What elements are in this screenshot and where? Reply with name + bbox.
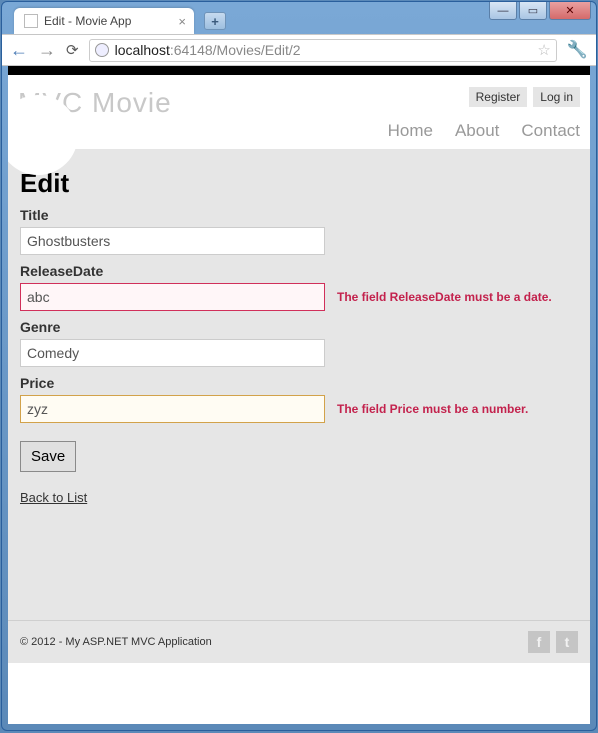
settings-wrench-icon[interactable]: 🔧 [567, 40, 588, 60]
content-area: Edit Title ReleaseDate The field Release… [8, 150, 590, 620]
releasedate-label: ReleaseDate [20, 263, 578, 279]
site-header: MVC Movie Register Log in Home About Con… [8, 75, 590, 150]
top-black-bar [8, 66, 590, 75]
minimize-button[interactable]: — [489, 2, 517, 20]
decorative-arc [8, 95, 78, 175]
title-label: Title [20, 207, 578, 223]
maximize-button[interactable]: ▭ [519, 2, 547, 20]
globe-icon [95, 43, 109, 57]
bookmark-star-icon[interactable]: ☆ [537, 41, 550, 59]
releasedate-input[interactable] [20, 283, 325, 311]
twitter-icon[interactable]: t [556, 631, 578, 653]
back-button[interactable]: ← [10, 40, 28, 61]
favicon-icon [24, 14, 38, 28]
url-host: localhost [115, 42, 170, 58]
nav-contact[interactable]: Contact [521, 121, 580, 141]
reload-button[interactable]: ⟳ [66, 41, 79, 59]
page-viewport: MVC Movie Register Log in Home About Con… [8, 66, 590, 724]
address-bar: ← → ⟳ localhost:64148/Movies/Edit/2 ☆ 🔧 [2, 34, 596, 66]
price-input[interactable] [20, 395, 325, 423]
forward-button[interactable]: → [38, 40, 56, 61]
main-nav: Home About Contact [388, 121, 580, 141]
facebook-icon[interactable]: f [528, 631, 550, 653]
window-controls: — ▭ ✕ [487, 2, 591, 20]
url-path: :64148/Movies/Edit/2 [170, 42, 301, 58]
new-tab-button[interactable]: + [204, 12, 226, 30]
price-label: Price [20, 375, 578, 391]
page-title: Edit [20, 168, 578, 199]
url-input[interactable]: localhost:64148/Movies/Edit/2 ☆ [89, 39, 557, 62]
window-frame: — ▭ ✕ Edit - Movie App × + ← → ⟳ localho… [1, 1, 597, 731]
tab-title: Edit - Movie App [44, 14, 131, 28]
close-window-button[interactable]: ✕ [549, 2, 591, 20]
nav-about[interactable]: About [455, 121, 499, 141]
register-link[interactable]: Register [469, 87, 528, 107]
login-link[interactable]: Log in [533, 87, 580, 107]
title-input[interactable] [20, 227, 325, 255]
back-to-list-link[interactable]: Back to List [20, 490, 87, 505]
site-footer: © 2012 - My ASP.NET MVC Application f t [8, 620, 590, 663]
tab-close-icon[interactable]: × [178, 14, 186, 29]
releasedate-error: The field ReleaseDate must be a date. [337, 290, 552, 304]
footer-copyright: © 2012 - My ASP.NET MVC Application [20, 636, 212, 648]
genre-input[interactable] [20, 339, 325, 367]
price-error: The field Price must be a number. [337, 402, 528, 416]
browser-tab[interactable]: Edit - Movie App × [14, 8, 194, 34]
genre-label: Genre [20, 319, 578, 335]
nav-home[interactable]: Home [388, 121, 433, 141]
save-button[interactable]: Save [20, 441, 76, 472]
